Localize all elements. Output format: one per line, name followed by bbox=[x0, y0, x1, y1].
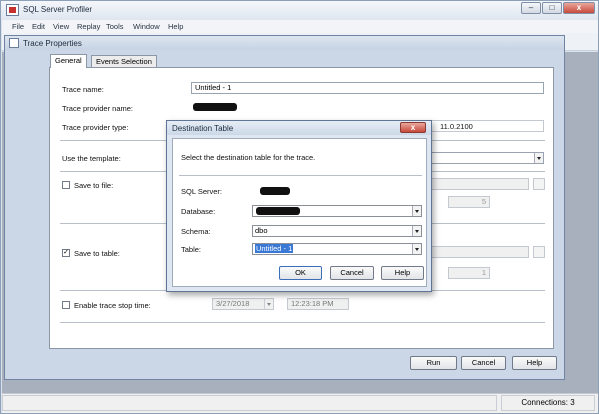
file-rollover-spinner[interactable]: 5 bbox=[448, 196, 490, 208]
chevron-down-icon bbox=[412, 244, 421, 254]
section-divider bbox=[60, 322, 545, 323]
dialog-close-button[interactable]: x bbox=[400, 122, 426, 133]
use-template-label: Use the template: bbox=[62, 154, 121, 163]
menu-file[interactable]: File bbox=[12, 22, 24, 31]
save-to-table-label: Save to table: bbox=[74, 249, 120, 258]
dialog-title: Destination Table bbox=[172, 124, 234, 133]
dialog-panel: Select the destination table for the tra… bbox=[172, 138, 427, 287]
menu-bar: File Edit View Replay Tools Window Help bbox=[2, 20, 598, 33]
run-button[interactable]: Run bbox=[410, 356, 457, 370]
tab-strip: General Events Selection bbox=[45, 54, 560, 68]
stop-time-value: 12:23:18 PM bbox=[291, 299, 334, 308]
trace-name-input[interactable]: Untitled - 1 bbox=[191, 82, 544, 94]
trace-name-label: Trace name: bbox=[62, 85, 104, 94]
trace-properties-titlebar: Trace Properties bbox=[5, 36, 564, 50]
menu-tools[interactable]: Tools bbox=[106, 22, 124, 31]
database-label: Database: bbox=[181, 207, 216, 216]
app-title: SQL Server Profiler bbox=[23, 5, 93, 14]
menu-edit[interactable]: Edit bbox=[32, 22, 45, 31]
save-to-table-checkbox[interactable]: ✓ bbox=[62, 249, 70, 257]
schema-value: dbo bbox=[255, 226, 268, 235]
ok-button[interactable]: OK bbox=[279, 266, 322, 280]
help-button[interactable]: Help bbox=[512, 356, 557, 370]
chevron-down-icon bbox=[412, 206, 421, 216]
destination-table-dialog: Destination Table x Select the destinati… bbox=[166, 120, 432, 292]
tab-general[interactable]: General bbox=[50, 54, 87, 68]
save-to-file-checkbox[interactable] bbox=[62, 181, 70, 189]
provider-name-label: Trace provider name: bbox=[62, 104, 134, 113]
dialog-instructions: Select the destination table for the tra… bbox=[181, 153, 316, 162]
table-rows-spinner[interactable]: 1 bbox=[448, 267, 490, 279]
stop-time-checkbox[interactable] bbox=[62, 301, 70, 309]
dialog-cancel-button[interactable]: Cancel bbox=[330, 266, 374, 280]
close-button[interactable]: x bbox=[563, 2, 595, 14]
redaction-mark bbox=[256, 207, 300, 215]
cancel-button[interactable]: Cancel bbox=[461, 356, 506, 370]
app-titlebar: SQL Server Profiler – □ x bbox=[1, 1, 598, 20]
menu-view[interactable]: View bbox=[53, 22, 69, 31]
stop-time-picker[interactable]: 12:23:18 PM bbox=[287, 298, 349, 310]
redaction-mark bbox=[193, 103, 237, 111]
schema-label: Schema: bbox=[181, 227, 211, 236]
table-label: Table: bbox=[181, 245, 202, 254]
chevron-down-icon bbox=[412, 226, 421, 236]
server-label: SQL Server: bbox=[181, 187, 222, 196]
menu-window[interactable]: Window bbox=[133, 22, 160, 31]
browse-file-icon[interactable] bbox=[533, 178, 545, 190]
browse-table-icon[interactable] bbox=[533, 246, 545, 258]
profiler-app-icon bbox=[6, 4, 19, 16]
trace-properties-title: Trace Properties bbox=[23, 39, 82, 48]
dialog-divider bbox=[179, 175, 422, 176]
chevron-down-icon bbox=[534, 153, 543, 163]
stop-date-value: 3/27/2018 bbox=[216, 299, 250, 308]
stop-time-label: Enable trace stop time: bbox=[74, 301, 151, 310]
table-dropdown[interactable]: Untitled - 1 bbox=[252, 243, 422, 255]
status-panel bbox=[2, 395, 497, 411]
provider-name-field bbox=[191, 101, 544, 113]
provider-version: 11.0.2100 bbox=[440, 122, 473, 131]
provider-type-label: Trace provider type: bbox=[62, 123, 129, 132]
connections-status: Connections: 3 bbox=[501, 395, 595, 411]
table-value: Untitled - 1 bbox=[255, 244, 294, 253]
menu-help[interactable]: Help bbox=[168, 22, 183, 31]
trace-properties-icon bbox=[9, 38, 19, 48]
database-dropdown[interactable] bbox=[252, 205, 422, 217]
status-bar: Connections: 3 bbox=[2, 393, 598, 413]
dialog-titlebar: Destination Table x bbox=[167, 121, 431, 135]
schema-dropdown[interactable]: dbo bbox=[252, 225, 422, 237]
dialog-help-button[interactable]: Help bbox=[381, 266, 424, 280]
chevron-down-icon bbox=[264, 299, 273, 309]
menu-replay[interactable]: Replay bbox=[77, 22, 100, 31]
save-to-file-label: Save to file: bbox=[74, 181, 114, 190]
tab-events-selection[interactable]: Events Selection bbox=[91, 55, 157, 67]
stop-date-picker[interactable]: 3/27/2018 bbox=[212, 298, 274, 310]
maximize-button[interactable]: □ bbox=[542, 2, 562, 14]
minimize-button[interactable]: – bbox=[521, 2, 541, 14]
redaction-mark bbox=[260, 187, 290, 195]
